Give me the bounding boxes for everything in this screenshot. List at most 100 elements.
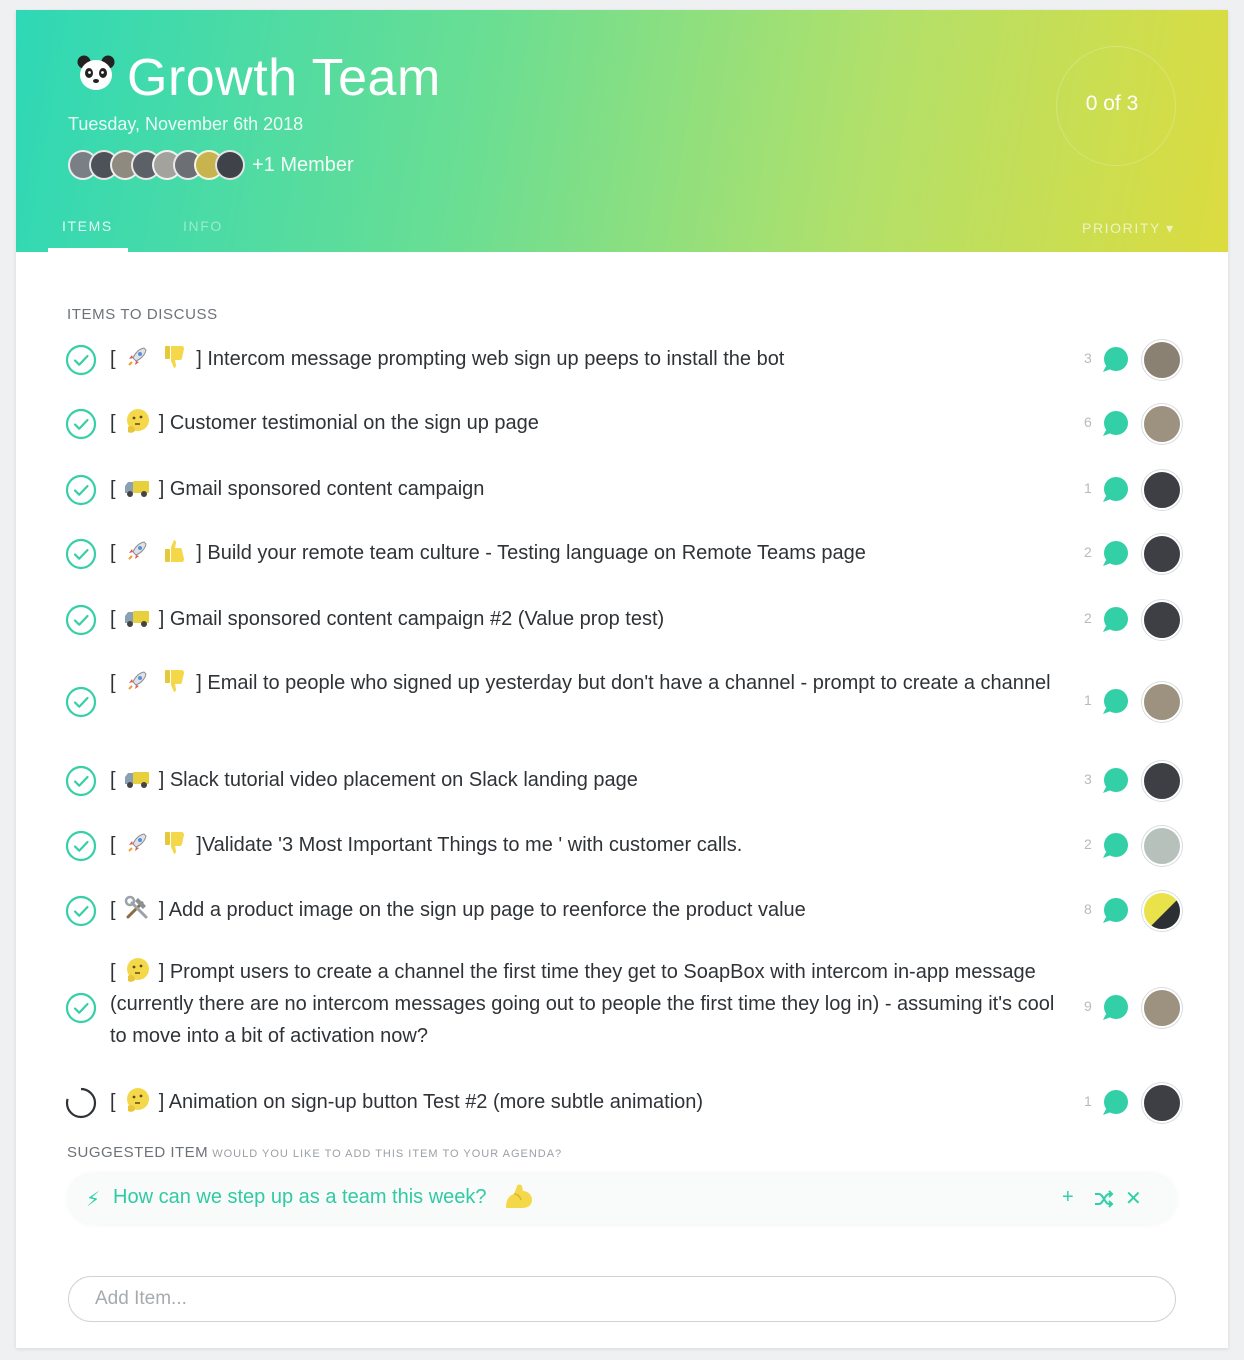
comment-count: 2 — [1084, 610, 1092, 626]
agenda-item[interactable]: [ ] Add a product image on the sign up p… — [60, 891, 1200, 931]
agenda-item[interactable]: [ ] Intercom message prompting web sign … — [60, 340, 1200, 380]
check-circle-icon[interactable] — [65, 686, 97, 718]
check-circle-icon[interactable] — [65, 830, 97, 862]
hammer-wrench-emoji — [124, 895, 148, 919]
item-title[interactable]: Gmail sponsored content campaign #2 (Val… — [170, 608, 664, 630]
item-title[interactable]: Prompt users to create a channel the fir… — [110, 961, 1054, 1047]
item-title[interactable]: Add a product image on the sign up page … — [169, 899, 806, 921]
comment-count: 2 — [1084, 544, 1092, 560]
panda-icon — [77, 55, 115, 90]
comment-bubble-icon[interactable] — [1100, 832, 1130, 860]
item-title[interactable]: Gmail sponsored content campaign — [170, 478, 485, 500]
dismiss-suggestion-close-icon[interactable]: ✕ — [1125, 1186, 1142, 1211]
pending-circle-icon[interactable] — [65, 1087, 97, 1119]
member-list[interactable]: +1 Member — [68, 150, 354, 180]
active-tab-indicator — [48, 248, 128, 252]
add-item-input[interactable] — [68, 1276, 1176, 1322]
thumbs-up-emoji — [164, 540, 184, 562]
agenda-item[interactable]: [ ] Gmail sponsored content campaign 1 — [60, 470, 1200, 510]
check-circle-icon[interactable] — [65, 895, 97, 927]
suggested-item-text[interactable]: How can we step up as a team this week? — [113, 1186, 487, 1209]
suggested-item-sublabel: WOULD YOU LIKE TO ADD THIS ITEM TO YOUR … — [212, 1148, 563, 1160]
item-title[interactable]: Customer testimonial on the sign up page — [170, 412, 539, 434]
thinking-emoji — [127, 409, 150, 433]
tab-info[interactable]: INFO — [183, 218, 223, 234]
agenda-card: Growth Team Tuesday, November 6th 2018 +… — [16, 10, 1228, 1348]
flexed-biceps-emoji — [506, 1184, 532, 1208]
item-title[interactable]: Intercom message prompting web sign up p… — [207, 348, 784, 370]
assignee-avatar[interactable] — [1142, 826, 1182, 866]
truck-emoji — [125, 481, 150, 497]
suggested-item-label: SUGGESTED ITEM WOULD YOU LIKE TO ADD THIS… — [67, 1144, 563, 1161]
progress-count: 0 of 3 — [1085, 92, 1139, 115]
items-section-label: ITEMS TO DISCUSS — [67, 306, 218, 323]
team-title: Growth Team — [127, 49, 441, 107]
agenda-item[interactable]: [ ] Email to people who signed up yester… — [60, 664, 1200, 740]
comment-count: 8 — [1084, 901, 1092, 917]
assignee-avatar[interactable] — [1142, 761, 1182, 801]
comment-bubble-icon[interactable] — [1100, 767, 1130, 795]
comment-bubble-icon[interactable] — [1100, 688, 1130, 716]
assignee-avatar[interactable] — [1142, 534, 1182, 574]
comment-count: 3 — [1084, 771, 1092, 787]
comment-bubble-icon[interactable] — [1100, 476, 1130, 504]
thumbs-down-emoji — [164, 346, 184, 368]
item-title[interactable]: Slack tutorial video placement on Slack … — [170, 769, 638, 791]
item-title[interactable]: Validate '3 Most Important Things to me … — [202, 834, 742, 856]
comment-count: 1 — [1084, 1093, 1092, 1109]
meeting-date: Tuesday, November 6th 2018 — [68, 114, 304, 134]
check-circle-icon[interactable] — [65, 604, 97, 636]
assignee-avatar[interactable] — [1142, 682, 1182, 722]
member-avatar[interactable] — [215, 150, 245, 180]
agenda-item[interactable]: [ ] Customer testimonial on the sign up … — [60, 404, 1200, 444]
agenda-item[interactable]: [ ] Animation on sign-up button Test #2 … — [60, 1083, 1200, 1123]
priority-sort-dropdown[interactable]: PRIORITY ▾ — [1082, 220, 1175, 237]
thumbs-down-emoji — [164, 832, 184, 854]
comment-bubble-icon[interactable] — [1100, 897, 1130, 925]
assignee-avatar[interactable] — [1142, 988, 1182, 1028]
check-circle-icon[interactable] — [65, 474, 97, 506]
assignee-avatar[interactable] — [1142, 891, 1182, 931]
lightning-icon: ⚡︎ — [86, 1189, 101, 1211]
add-suggestion-plus-icon[interactable]: + — [1062, 1186, 1074, 1209]
check-circle-icon[interactable] — [65, 408, 97, 440]
comment-count: 9 — [1084, 998, 1092, 1014]
agenda-item[interactable]: [ ] Slack tutorial video placement on Sl… — [60, 761, 1200, 801]
check-circle-icon[interactable] — [65, 344, 97, 376]
team-header: Growth Team Tuesday, November 6th 2018 +… — [16, 10, 1228, 252]
assignee-avatar[interactable] — [1142, 470, 1182, 510]
check-circle-icon[interactable] — [65, 538, 97, 570]
comment-bubble-icon[interactable] — [1100, 606, 1130, 634]
thumbs-down-emoji — [164, 670, 184, 692]
comment-bubble-icon[interactable] — [1100, 994, 1130, 1022]
tab-items[interactable]: ITEMS — [62, 218, 113, 234]
agenda-item[interactable]: [ ] Prompt users to create a channel the… — [60, 956, 1200, 1060]
item-title[interactable]: Build your remote team culture - Testing… — [207, 542, 866, 564]
comment-bubble-icon[interactable] — [1100, 346, 1130, 374]
shuffle-icon[interactable] — [1094, 1190, 1114, 1208]
truck-emoji — [125, 611, 150, 627]
assignee-avatar[interactable] — [1142, 600, 1182, 640]
extra-members-label[interactable]: +1 Member — [252, 154, 354, 177]
check-circle-icon[interactable] — [65, 992, 97, 1024]
rocket-emoji — [128, 833, 147, 852]
rocket-emoji — [128, 541, 147, 560]
rocket-emoji — [128, 671, 147, 690]
agenda-item[interactable]: [ ] Build your remote team culture - Tes… — [60, 534, 1200, 574]
thinking-emoji — [127, 1088, 150, 1112]
agenda-item[interactable]: [ ] Gmail sponsored content campaign #2 … — [60, 600, 1200, 640]
item-title[interactable]: Animation on sign-up button Test #2 (mor… — [169, 1091, 703, 1113]
comment-count: 1 — [1084, 692, 1092, 708]
assignee-avatar[interactable] — [1142, 340, 1182, 380]
assignee-avatar[interactable] — [1142, 404, 1182, 444]
comment-count: 1 — [1084, 480, 1092, 496]
check-circle-icon[interactable] — [65, 765, 97, 797]
comment-bubble-icon[interactable] — [1100, 1089, 1130, 1117]
thinking-emoji — [127, 958, 150, 982]
comment-bubble-icon[interactable] — [1100, 540, 1130, 568]
rocket-emoji — [128, 347, 147, 366]
agenda-item[interactable]: [ ]Validate '3 Most Important Things to … — [60, 826, 1200, 866]
item-title[interactable]: Email to people who signed up yesterday … — [207, 672, 1050, 694]
comment-bubble-icon[interactable] — [1100, 410, 1130, 438]
assignee-avatar[interactable] — [1142, 1083, 1182, 1123]
